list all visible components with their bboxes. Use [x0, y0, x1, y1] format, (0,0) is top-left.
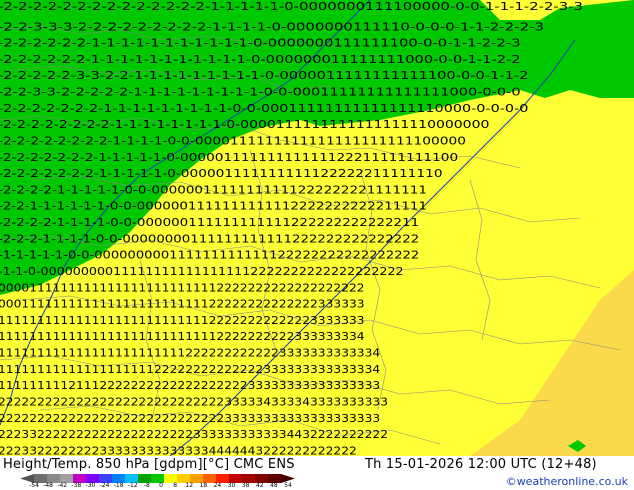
temperature-row: -2-2-2-2-2-2-2-1-1-1-1-1-0-0000011111111… — [0, 151, 458, 164]
temperature-row: -2-2-2-1-1-1-1-0-0-000000001111111111112… — [0, 232, 419, 245]
temperature-row: 1111111111111111111111111111222222222233… — [0, 330, 365, 343]
colorbar-label: -12 — [127, 482, 138, 489]
colorbar-label: 38 — [241, 482, 250, 489]
map-title: Height/Temp. 850 hPa [gdpm][°C] CMC ENS — [3, 457, 295, 472]
colorbar-label: -38 — [71, 482, 82, 489]
temperature-row: 1111111111111111111111112222222222223333… — [0, 347, 380, 360]
colorbar-label: 8 — [173, 482, 178, 489]
temperature-row: 2222222222222222222222222222233333333333… — [0, 412, 380, 425]
temperature-row: -2-2-2-2-2-2-1-1-1-1-1-1-1-1-1-1-1-0-000… — [0, 53, 521, 66]
map-footer: Height/Temp. 850 hPa [gdpm][°C] CMC ENS … — [0, 456, 634, 490]
temperature-row: 1111111112111222222222222222222233333333… — [0, 379, 380, 392]
temperature-row: 2223322222222222222222222333333333333443… — [0, 428, 388, 441]
temperature-row: -2-2-2-2-2-3-3-2-2-1-1-1-1-1-1-1-1-1-0-0… — [0, 69, 528, 82]
colorbar-label: 48 — [270, 482, 278, 489]
temperature-row: -2-2-2-2-2-2-2-2-1-1-1-1-1-1-1-1-0-00001… — [0, 118, 489, 131]
valid-time: Th 15-01-2026 12:00 UTC (12+48) — [365, 457, 597, 472]
temperature-row: 1111111111111111111111111112222222222222… — [0, 314, 365, 327]
colorbar-label: -48 — [43, 482, 54, 489]
colorbar-label: 18 — [199, 482, 208, 489]
temperature-row: -2-2-2-2-2-2-2-2-2-2-2-2-2-2-1-1-1-1-1-0… — [0, 0, 583, 13]
temperature-row: 2222222222222222222222222222233333433334… — [0, 395, 388, 408]
colorbar-label: -18 — [113, 482, 124, 489]
map-canvas: -2-2-2-2-2-2-2-2-2-2-2-2-2-2-1-1-1-1-1-0… — [0, 0, 634, 456]
colorbar-labels: -54 -48 -42 -38 -30 -24 -18 -12 -8 0 8 12 18 24 30 38 42… — [0, 482, 300, 490]
colorbar-label: -30 — [85, 482, 96, 489]
colorbar-label: -24 — [99, 482, 110, 489]
colorbar-label: 24 — [213, 482, 222, 489]
temperature-row: 1111111111111111111122222222222222333333… — [0, 363, 380, 376]
colorbar-label: 42 — [255, 482, 264, 489]
temperature-row: -1-1-0-000000000111111111111111112222222… — [0, 265, 404, 278]
temperature-row: 0000111111111111111111111111222222222222… — [0, 281, 365, 294]
colorbar-label: -8 — [143, 482, 150, 489]
colorbar-label: -54 — [29, 482, 39, 489]
temperature-row: -2-2-1-1-1-1-1-1-0-0-0000001111111111112… — [0, 200, 427, 213]
temperature-row: -2-2-2-2-1-1-1-1-0-0-0000001111111111112… — [0, 216, 419, 229]
temperature-row: -2-2-2-2-2-2-2-1-1-1-1-1-1-1-1-1-0-0-000… — [0, 102, 528, 115]
colorbar-label: 12 — [185, 482, 194, 489]
colorbar-label: 54 — [284, 482, 292, 489]
temperature-row: -2-2-2-2-1-1-1-1-1-0-0-00000011111111111… — [0, 183, 427, 196]
temperature-row: -2-2-2-2-2-2-2-1-1-1-1-1-0-0000011111111… — [0, 167, 443, 180]
temperature-row: -1-1-1-1-1-0-0-0000000001111111111111222… — [0, 249, 419, 262]
temperature-row: -2-2-3-3-3-2-2-2-2-2-2-2-2-2-1-1-1-1-0-0… — [0, 20, 544, 33]
temperature-row: 0001111111111111111111111112222222222222… — [0, 298, 365, 311]
colorbar-label: 0 — [159, 482, 163, 489]
colorbar-label: -42 — [57, 482, 68, 489]
temperature-row: -2-2-2-2-2-2-2-2-1-1-1-1-0-0-00001111111… — [0, 134, 466, 147]
temperature-row: -2-2-3-3-2-2-2-2-2-1-1-1-1-1-1-1-1-1-0-0… — [0, 86, 521, 99]
colorbar-label: 30 — [227, 482, 236, 489]
temperature-row: -2-2-2-2-2-2-1-1-1-1-1-1-1-1-1-1-1-0-000… — [0, 37, 521, 50]
temperature-row: 2223322222222333333333333334444443222222… — [0, 444, 357, 456]
weather-map: -2-2-2-2-2-2-2-2-2-2-2-2-2-2-1-1-1-1-1-0… — [0, 0, 634, 456]
credit-link[interactable]: ©weatheronline.co.uk — [506, 475, 628, 488]
